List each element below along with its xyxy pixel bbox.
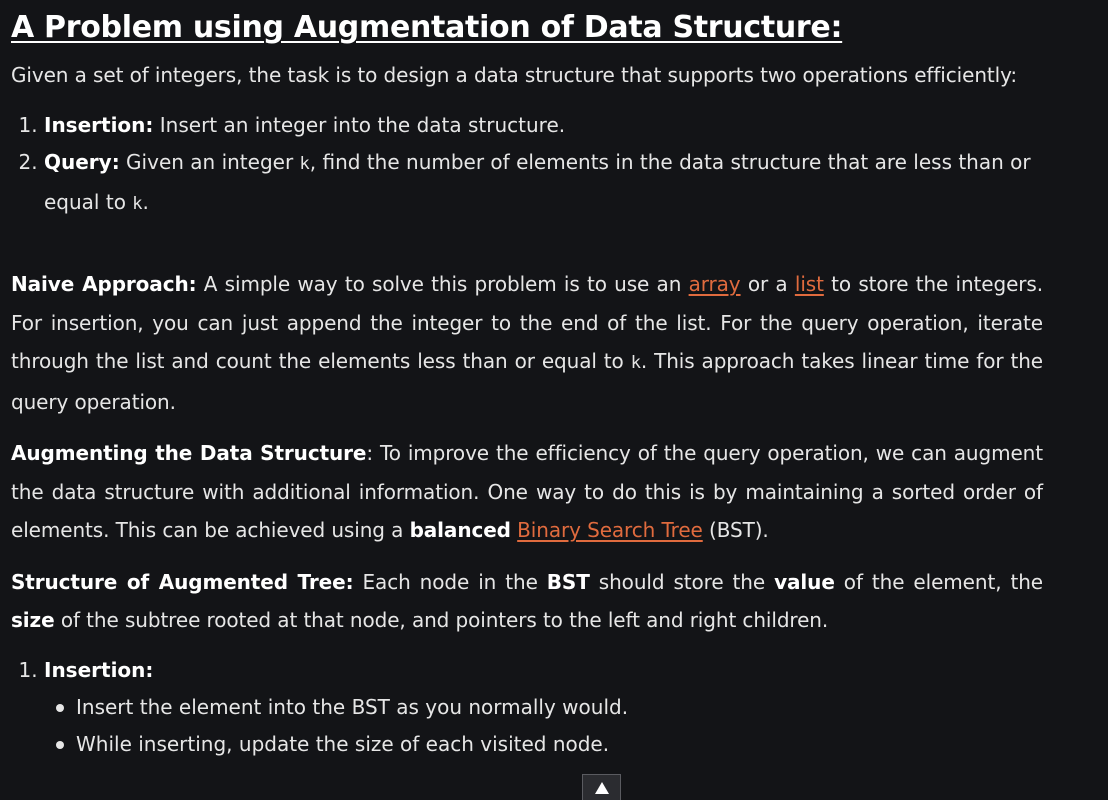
list-item: Insertion: Insert the element into the B… bbox=[44, 652, 1043, 764]
augmenting-paragraph: Augmenting the Data Structure: To improv… bbox=[11, 441, 1043, 542]
bullet-item: While inserting, update the size of each… bbox=[56, 726, 1043, 763]
structure-paragraph: Structure of Augmented Tree: Each node i… bbox=[11, 569, 1043, 633]
arrow-up-icon bbox=[594, 782, 609, 794]
inline-code: k bbox=[299, 154, 310, 174]
bullet-item: Insert the element into the BST as you n… bbox=[56, 689, 1043, 726]
binary-search-tree-link[interactable]: Binary Search Tree bbox=[517, 518, 703, 542]
steps-list: Insertion: Insert the element into the B… bbox=[11, 652, 1043, 764]
naive-approach-paragraph: Naive Approach: A simple way to solve th… bbox=[11, 272, 1043, 414]
operations-list: Insertion: Insert an integer into the da… bbox=[11, 107, 1043, 224]
page-title: A Problem using Augmentation of Data Str… bbox=[11, 10, 843, 45]
article-content: A Problem using Augmentation of Data Str… bbox=[11, 0, 1043, 763]
bullet-list: Insert the element into the BST as you n… bbox=[44, 689, 1043, 763]
list-item: Insertion: Insert an integer into the da… bbox=[44, 107, 1043, 145]
inline-code: k bbox=[630, 353, 641, 373]
array-link[interactable]: array bbox=[689, 272, 741, 296]
list-item: Query: Given an integer k, find the numb… bbox=[44, 144, 1043, 223]
list-link[interactable]: list bbox=[795, 272, 824, 296]
intro-paragraph: Given a set of integers, the task is to … bbox=[11, 63, 1018, 87]
scroll-to-top-button[interactable] bbox=[582, 774, 621, 800]
inline-code: k bbox=[132, 193, 143, 214]
